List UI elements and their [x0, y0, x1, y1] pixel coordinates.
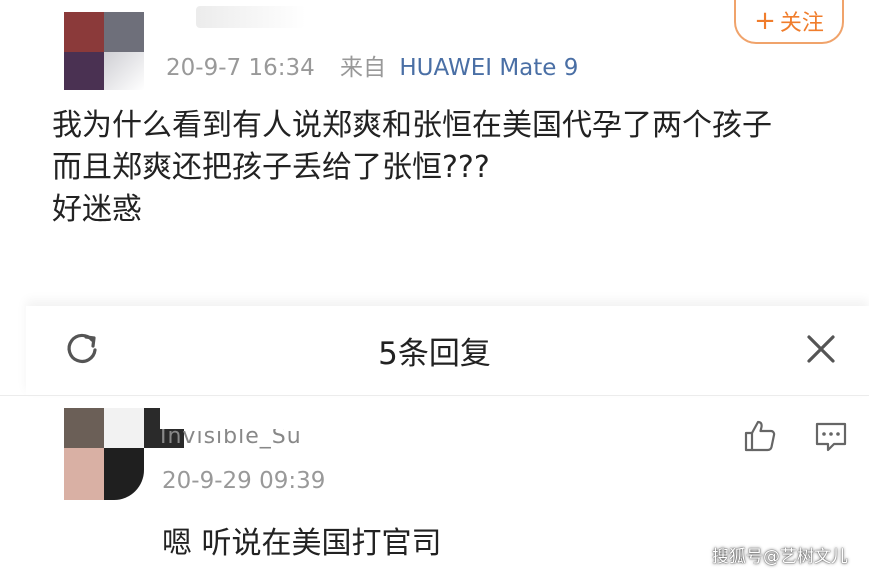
plus-icon: +	[754, 6, 776, 36]
reply-timestamp: 20-9-29 09:39	[162, 468, 326, 494]
follow-label: 关注	[779, 11, 824, 36]
post-device-link[interactable]: HUAWEI Mate 9	[399, 55, 578, 81]
post-body: 我为什么看到有人说郑爽和张恒在美国代孕了两个孩子 而且郑爽还把孩子丢给了张恒??…	[52, 105, 772, 231]
divider	[0, 395, 869, 396]
post-body-line: 好迷惑	[52, 192, 142, 227]
post-body-line: 我为什么看到有人说郑爽和张恒在美国代孕了两个孩子	[52, 108, 772, 143]
reply-text: 嗯 听说在美国打官司	[162, 526, 442, 561]
post-timestamp: 20-9-7 16:34	[166, 55, 315, 81]
post-meta: 20-9-7 16:34 来自 HUAWEI Mate 9	[166, 48, 578, 82]
post-username-obscured	[196, 6, 306, 28]
post-body-line: 而且郑爽还把孩子丢给了张恒???	[52, 150, 490, 185]
watermark: 搜狐号@艺树文儿	[712, 547, 848, 567]
follow-button[interactable]: + 关注	[734, 0, 844, 44]
post-avatar[interactable]	[64, 12, 144, 90]
thumbs-up-icon[interactable]	[742, 418, 778, 454]
post-source-prefix: 来自	[340, 55, 387, 81]
comment-icon[interactable]	[814, 420, 848, 454]
reply-username-mask	[160, 405, 340, 429]
close-icon[interactable]	[802, 330, 840, 368]
reply-count-title: 5条回复	[378, 336, 491, 372]
